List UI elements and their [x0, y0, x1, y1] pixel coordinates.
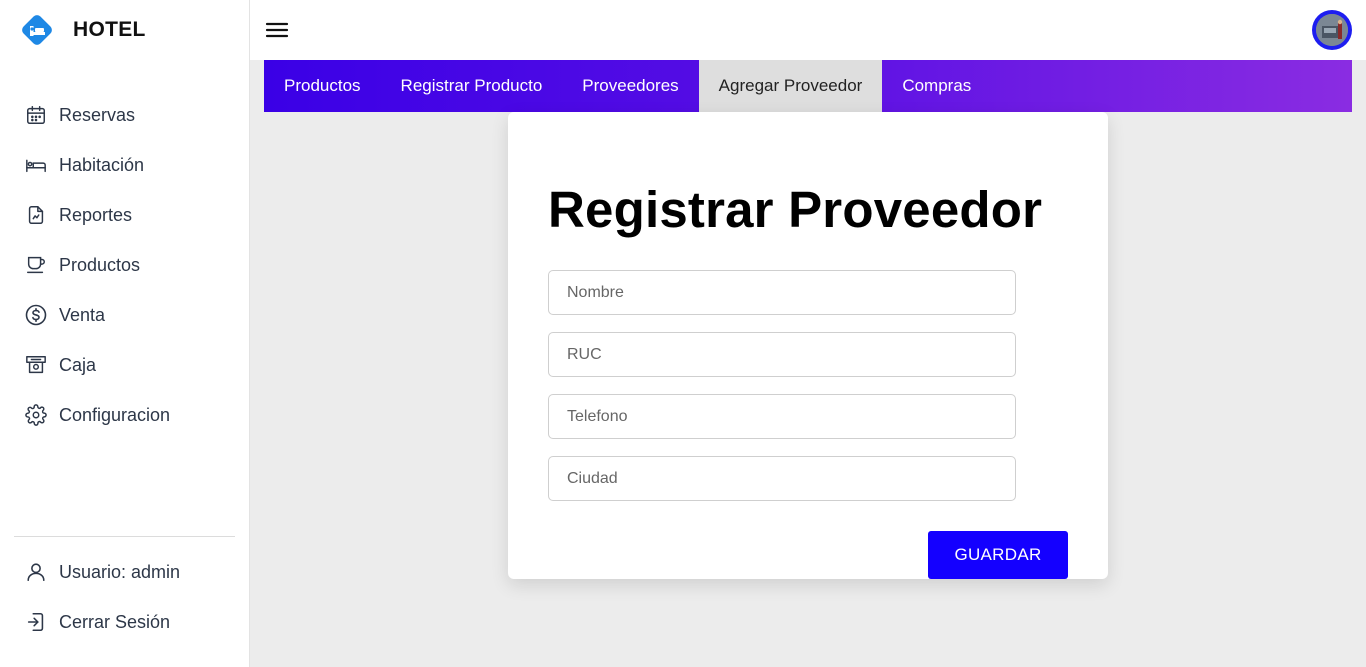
tab-agregar-proveedor[interactable]: Agregar Proveedor — [698, 60, 883, 112]
tab-registrar-producto[interactable]: Registrar Producto — [381, 60, 563, 112]
sidebar-bottom-nav: Usuario: admin Cerrar Sesión — [0, 547, 249, 647]
brand-name: HOTEL — [73, 18, 146, 41]
sidebar-item-cerrar-sesion[interactable]: Cerrar Sesión — [0, 597, 249, 647]
sidebar-item-usuario[interactable]: Usuario: admin — [0, 547, 249, 597]
hamburger-menu-icon[interactable] — [264, 17, 290, 43]
sidebar-item-reservas[interactable]: Reservas — [0, 90, 249, 140]
nombre-input[interactable] — [548, 270, 1016, 315]
sidebar-divider — [14, 536, 235, 537]
sidebar: HOTEL Reservas Habitación Reportes Produ… — [0, 0, 250, 667]
sidebar-item-venta[interactable]: Venta — [0, 290, 249, 340]
sidebar-item-configuracion[interactable]: Configuracion — [0, 390, 249, 440]
user-icon — [24, 560, 48, 584]
page-title: Registrar Proveedor — [548, 181, 1043, 238]
sidebar-item-label: Caja — [59, 354, 97, 375]
logout-icon — [24, 610, 48, 634]
tab-productos[interactable]: Productos — [264, 60, 381, 112]
bed-icon — [24, 153, 48, 177]
save-button[interactable]: GUARDAR — [928, 531, 1068, 579]
sidebar-nav: Reservas Habitación Reportes Productos V… — [0, 90, 249, 440]
sidebar-item-productos[interactable]: Productos — [0, 240, 249, 290]
dollar-icon — [24, 303, 48, 327]
tab-proveedores[interactable]: Proveedores — [562, 60, 698, 112]
sidebar-item-label: Reportes — [59, 204, 133, 225]
top-bar — [250, 0, 1366, 60]
hotel-logo-icon — [18, 11, 56, 49]
sidebar-item-caja[interactable]: Caja — [0, 340, 249, 390]
sidebar-item-label: Productos — [59, 254, 141, 275]
telefono-input[interactable] — [548, 394, 1016, 439]
sidebar-item-label: Venta — [59, 304, 106, 325]
calendar-icon — [24, 103, 48, 127]
cash-register-icon — [24, 353, 48, 377]
cup-icon — [24, 253, 48, 277]
sidebar-item-label: Cerrar Sesión — [59, 611, 171, 632]
gear-icon — [24, 403, 48, 427]
sidebar-item-habitacion[interactable]: Habitación — [0, 140, 249, 190]
sidebar-item-label: Reservas — [59, 104, 136, 125]
avatar[interactable] — [1312, 10, 1352, 50]
tab-compras[interactable]: Compras — [882, 60, 991, 112]
sidebar-item-reportes[interactable]: Reportes — [0, 190, 249, 240]
ciudad-input[interactable] — [548, 456, 1016, 501]
section-tabs: Productos Registrar Producto Proveedores… — [264, 60, 1352, 112]
sidebar-item-label: Usuario: admin — [59, 561, 181, 582]
ruc-input[interactable] — [548, 332, 1016, 377]
avatar-image-icon — [1316, 14, 1348, 46]
report-icon — [24, 203, 48, 227]
sidebar-item-label: Habitación — [59, 154, 145, 175]
sidebar-item-label: Configuracion — [59, 404, 171, 425]
brand[interactable]: HOTEL — [18, 10, 146, 50]
register-supplier-card: Registrar Proveedor GUARDAR — [508, 112, 1108, 579]
